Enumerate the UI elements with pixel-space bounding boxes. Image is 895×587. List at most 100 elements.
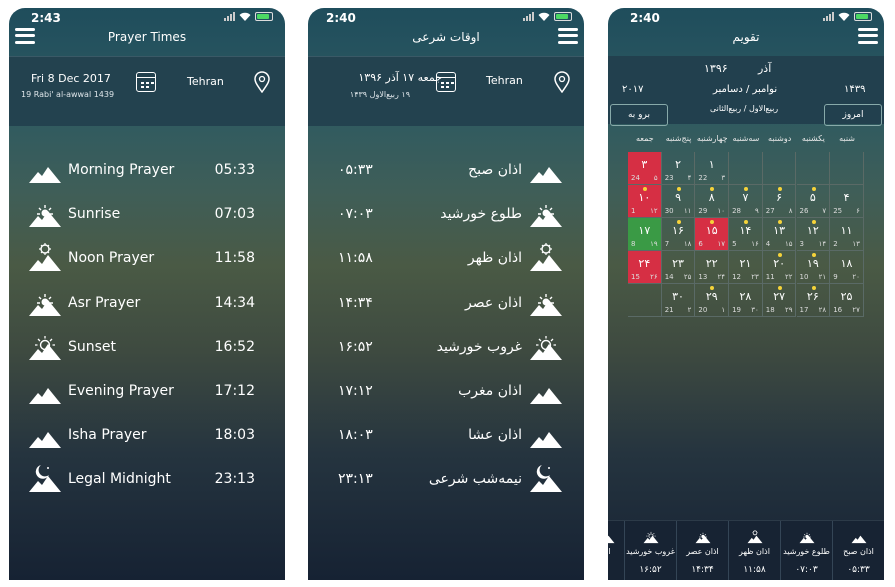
- calendar-day-cell[interactable]: ۲۰ 11 ۲۲: [762, 251, 797, 284]
- calendar-day-cell[interactable]: ۱۰ 1 ۱۲: [628, 185, 662, 218]
- calendar-day-cell[interactable]: ۵ 26 ۷: [796, 185, 831, 218]
- prayer-row[interactable]: اذان عشا ۱۸:۰۳: [308, 414, 584, 458]
- prayer-row[interactable]: Isha Prayer 18:03: [9, 414, 285, 458]
- prayer-row[interactable]: Evening Prayer 17:12: [9, 370, 285, 414]
- prayer-row[interactable]: اذان صبح ۰۵:۳۳: [308, 149, 584, 193]
- calendar-day-cell[interactable]: ۱۸ 9 ۲۰: [830, 251, 864, 284]
- persian-month: آذر: [758, 62, 772, 75]
- calendar-day-cell[interactable]: ۳۰ 21 ۲: [661, 284, 696, 317]
- moon-icon: [29, 465, 61, 493]
- city-name[interactable]: Tehran: [486, 74, 523, 87]
- prayer-row[interactable]: Sunrise 07:03: [9, 193, 285, 237]
- persian-day-number: ۱۳: [773, 224, 786, 237]
- calendar-icon[interactable]: [436, 72, 456, 92]
- calendar-day-cell[interactable]: ۲۷ 18 ۲۹: [762, 284, 797, 317]
- prayer-summary-cell[interactable]: طلوع خورشید ۰۷:۰۳: [780, 521, 832, 580]
- calendar-day-cell[interactable]: ۱۵ 6 ۱۷: [695, 218, 730, 251]
- calendar-day-cell[interactable]: ۱۲ 3 ۱۴: [796, 218, 831, 251]
- calendar-day-cell[interactable]: ۲۱ 12 ۲۳: [729, 251, 763, 284]
- calendar-day-cell[interactable]: ۲ 23 ۴: [661, 152, 696, 185]
- signal-icon: [224, 12, 235, 21]
- calendar-day-cell[interactable]: ۱ 22 ۳: [695, 152, 730, 185]
- calendar-day-cell[interactable]: ۲۹ 20 ۱: [695, 284, 730, 317]
- prayer-time: ۰۷:۰۳: [338, 206, 373, 223]
- prayer-summary-name: غروب خورشید: [626, 547, 675, 556]
- calendar-icon[interactable]: [136, 72, 156, 92]
- gregorian-day-number: 16: [833, 306, 843, 314]
- calendar-day-cell[interactable]: ۱۱ 2 ۱۳: [830, 218, 864, 251]
- persian-day-number: ۲۷: [773, 290, 786, 303]
- weekday-label: چهارشنبه: [696, 134, 728, 143]
- location-pin-icon[interactable]: [554, 71, 570, 93]
- gregorian-day-number: 3: [799, 240, 804, 248]
- hijri-year: ۱۴۳۹: [844, 84, 866, 95]
- hijri-day-number: ۳: [721, 174, 726, 182]
- prayer-row[interactable]: نیمه‌شب شرعی ۲۳:۱۳: [308, 458, 584, 502]
- location-pin-icon[interactable]: [254, 71, 270, 93]
- prayer-name: Morning Prayer: [68, 162, 175, 178]
- prayer-summary-cell[interactable]: اذا: [608, 521, 624, 580]
- calendar-day-cell[interactable]: ۲۳ 14 ۲۵: [661, 251, 696, 284]
- persian-day-number: ۷: [742, 191, 749, 204]
- noon-sun-icon: [29, 243, 61, 272]
- hijri-day-number: ۱۰: [717, 207, 726, 215]
- calendar-day-cell[interactable]: ۳ 24 ۵: [628, 152, 662, 185]
- calendar-day-cell[interactable]: ۱۹ 10 ۲۱: [796, 251, 831, 284]
- wifi-icon: [538, 12, 550, 21]
- weekday-label: دوشنبه: [768, 134, 792, 143]
- hijri-day-number: ۲۲: [784, 273, 793, 281]
- calendar-day-cell[interactable]: ۲۵ 16 ۲۷: [830, 284, 864, 317]
- weekday-label: شنبه: [839, 134, 855, 143]
- prayer-summary-cell[interactable]: اذان ظهر ۱۱:۵۸: [728, 521, 780, 580]
- gregorian-day-number: 13: [698, 273, 708, 281]
- moon-icon: [530, 465, 562, 493]
- prayer-row[interactable]: اذان مغرب ۱۷:۱۲: [308, 370, 584, 414]
- calendar-day-cell[interactable]: ۱۶ 7 ۱۸: [661, 218, 696, 251]
- weekday-label: جمعه: [635, 134, 654, 143]
- prayer-summary-name: طلوع خورشید: [783, 547, 830, 556]
- prayer-row[interactable]: Noon Prayer 11:58: [9, 237, 285, 281]
- screen-title: اوقات شرعی: [412, 30, 480, 44]
- prayer-row[interactable]: طلوع خورشید ۰۷:۰۳: [308, 193, 584, 237]
- gregorian-day-number: 18: [765, 306, 775, 314]
- calendar-day-cell[interactable]: ۲۸ 19 ۳۰: [729, 284, 763, 317]
- prayer-row[interactable]: Sunset 16:52: [9, 326, 285, 370]
- gregorian-day-number: 26: [799, 207, 809, 215]
- calendar-day-cell[interactable]: ۱۷ 8 ۱۹: [628, 218, 662, 251]
- prayer-row[interactable]: Morning Prayer 05:33: [9, 149, 285, 193]
- calendar-day-cell[interactable]: ۱۳ 4 ۱۵: [762, 218, 797, 251]
- calendar-day-cell[interactable]: ۴ 25 ۶: [830, 185, 864, 218]
- screen-title: تقویم: [732, 30, 760, 44]
- calendar-day-cell[interactable]: ۲۶ 17 ۲۸: [796, 284, 831, 317]
- prayer-row[interactable]: اذان ظهر ۱۱:۵۸: [308, 237, 584, 281]
- prayer-summary-cell[interactable]: اذان عصر ۱۴:۳۴: [676, 521, 728, 580]
- prayer-summary-cell[interactable]: غروب خورشید ۱۶:۵۲: [624, 521, 676, 580]
- prayer-time: 14:34: [214, 294, 255, 311]
- city-name[interactable]: Tehran: [187, 75, 224, 88]
- prayer-name: نیمه‌شب شرعی: [428, 471, 522, 488]
- prayer-summary-cell[interactable]: اذان صبح ۰۵:۳۳: [832, 521, 884, 580]
- prayer-row[interactable]: اذان عصر ۱۴:۳۴: [308, 282, 584, 326]
- prayer-row[interactable]: Asr Prayer 14:34: [9, 282, 285, 326]
- screen-title: Prayer Times: [107, 30, 187, 44]
- calendar-day-cell[interactable]: ۶ 27 ۸: [762, 185, 797, 218]
- calendar-day-cell[interactable]: ۹ 30 ۱۱: [661, 185, 696, 218]
- prayer-time: ۱۶:۵۲: [338, 338, 373, 355]
- prayer-name: غروب خورشید: [436, 338, 522, 355]
- sunrise-icon: [693, 529, 713, 544]
- calendar-day-cell[interactable]: ۸ 29 ۱۰: [695, 185, 730, 218]
- hijri-day-number: ۲۱: [818, 273, 827, 281]
- hijri-day-number: ۱۶: [751, 240, 759, 248]
- hijri-day-number: ۲: [687, 306, 692, 314]
- goto-date-button[interactable]: برو به: [610, 104, 668, 126]
- today-button[interactable]: امروز: [824, 104, 882, 126]
- calendar-day-cell[interactable]: ۱۴ 5 ۱۶: [729, 218, 763, 251]
- calendar-day-cell[interactable]: ۲۴ 15 ۲۶: [628, 251, 662, 284]
- calendar-day-cell[interactable]: ۷ 28 ۹: [729, 185, 763, 218]
- hijri-day-number: ۶: [856, 207, 860, 215]
- noon-sun-icon: [747, 530, 762, 544]
- prayer-row[interactable]: Legal Midnight 23:13: [9, 458, 285, 502]
- prayer-row[interactable]: غروب خورشید ۱۶:۵۲: [308, 326, 584, 370]
- noon-sun-icon: [530, 243, 562, 272]
- calendar-day-cell[interactable]: ۲۲ 13 ۲۴: [695, 251, 730, 284]
